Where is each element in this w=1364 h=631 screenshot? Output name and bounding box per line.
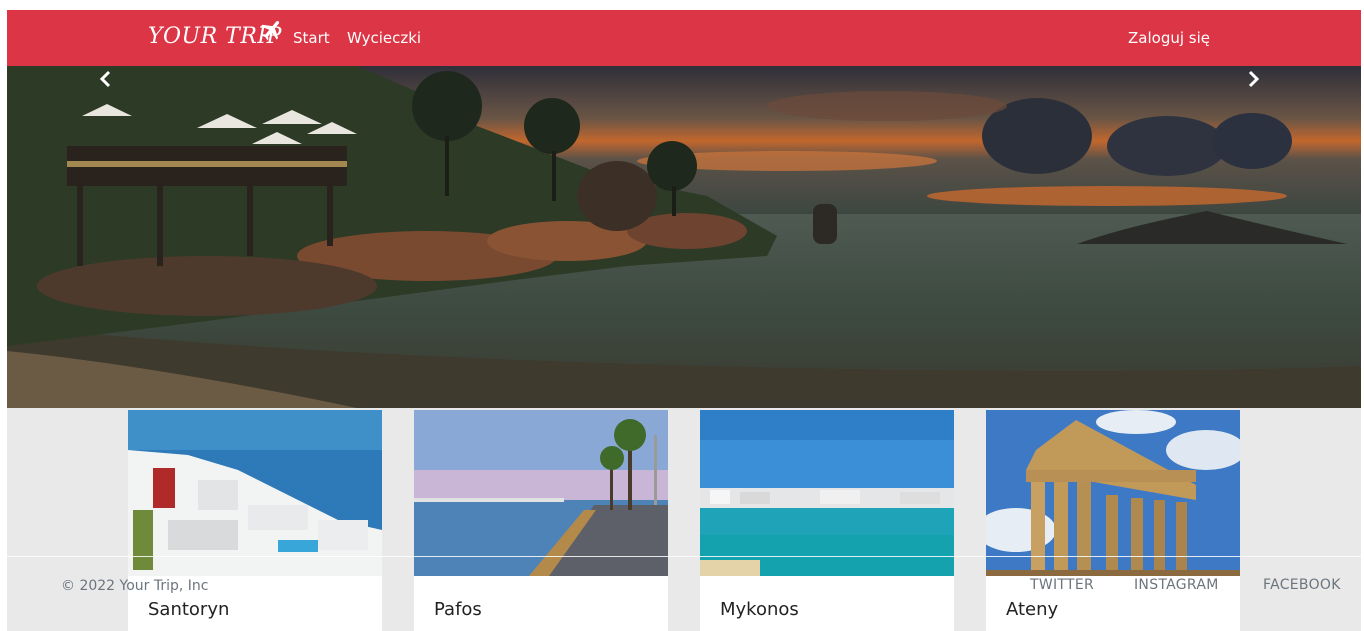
footer-divider [0,556,1364,557]
navbar: YOUR TRIP Start Wycieczki Zaloguj się [7,10,1361,66]
card-title: Pafos [434,599,482,620]
card-title: Ateny [1006,599,1059,620]
hero-image [7,66,1361,408]
destinations-section: Santoryn Pafos Mykonos Ateny [7,408,1361,631]
destination-card[interactable]: Ateny [986,410,1240,631]
card-title: Mykonos [720,599,799,620]
card-image [128,410,382,576]
card-image [414,410,668,576]
destination-card[interactable]: Mykonos [700,410,954,631]
chevron-left-icon [99,70,111,88]
card-image [700,410,954,576]
destination-card[interactable]: Santoryn [128,410,382,631]
nav-trips[interactable]: Wycieczki [347,29,421,47]
footer-link-twitter[interactable]: TWITTER [1030,577,1094,593]
login-link[interactable]: Zaloguj się [1128,29,1210,47]
footer-link-facebook[interactable]: FACEBOOK [1263,577,1341,593]
card-image [986,410,1240,576]
hero-carousel [7,66,1361,408]
carousel-next-button[interactable] [1247,70,1271,94]
footer-link-instagram[interactable]: INSTAGRAM [1134,577,1219,593]
carousel-prev-button[interactable] [98,70,122,94]
destination-card[interactable]: Pafos [414,410,668,631]
nav-start[interactable]: Start [293,29,330,47]
chevron-right-icon [1248,70,1260,88]
footer-copyright: © 2022 Your Trip, Inc [61,578,209,594]
card-title: Santoryn [148,599,230,620]
airplane-icon [260,20,280,41]
